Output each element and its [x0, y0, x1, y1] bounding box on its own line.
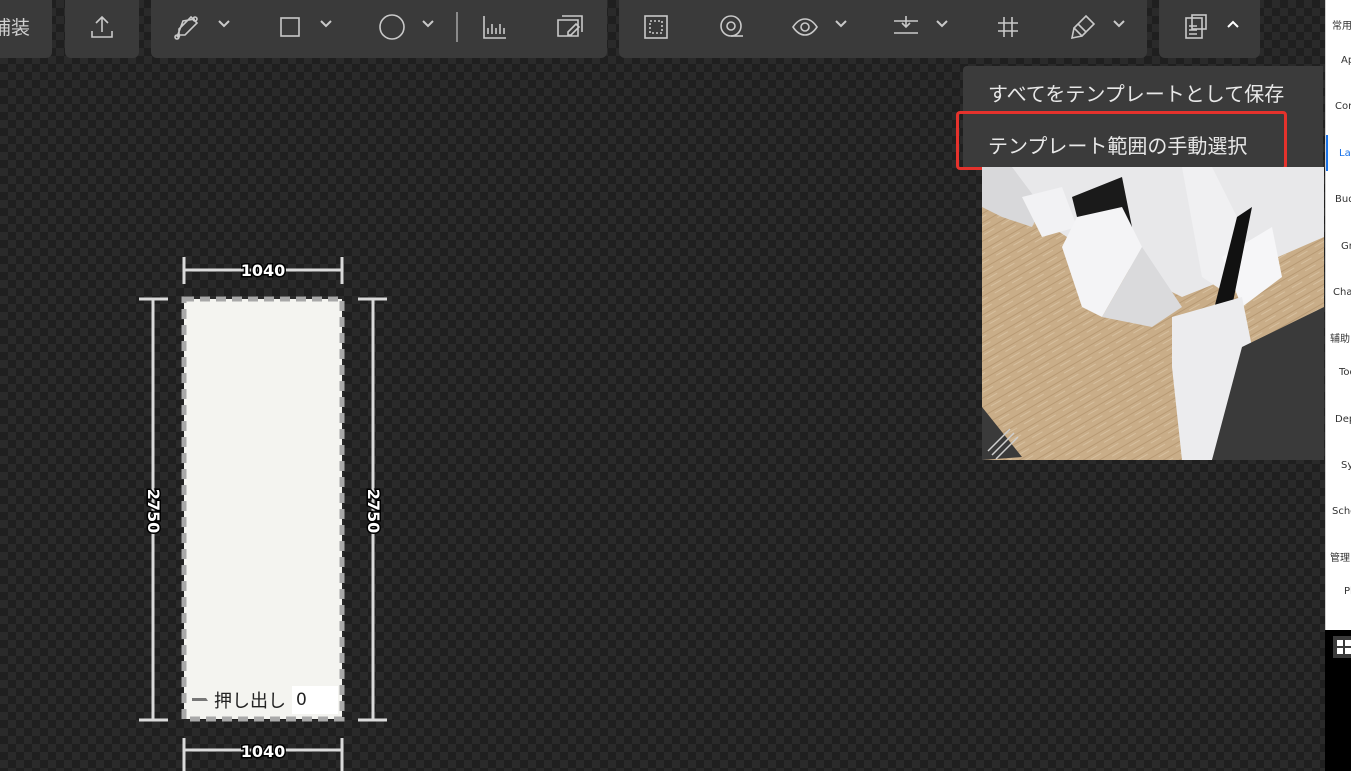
grid-button[interactable] — [988, 10, 1028, 44]
view-tools-group — [619, 0, 1147, 58]
windows-start-icon[interactable] — [1333, 636, 1351, 658]
panel-item-cha[interactable]: Cha — [1333, 287, 1351, 298]
save-all-as-template-item[interactable]: すべてをテンプレートとして保存 — [988, 78, 1284, 107]
panel-item-lar[interactable]: Lar — [1339, 148, 1351, 159]
extrude-input[interactable] — [292, 686, 338, 714]
edit-area-button[interactable] — [549, 10, 589, 44]
edit-area-icon — [557, 15, 583, 37]
panel-heading-manage: 管理 — [1330, 553, 1350, 564]
select-frame-icon — [644, 15, 668, 39]
template-group — [1159, 0, 1260, 58]
align-button[interactable] — [886, 10, 926, 44]
panel-item-sche[interactable]: Sche — [1332, 506, 1351, 517]
room-rectangle[interactable] — [181, 296, 345, 722]
room-3d-view — [982, 167, 1324, 460]
measure-tool-button[interactable] — [711, 10, 751, 44]
template-icon — [1185, 14, 1207, 39]
active-indicator — [1326, 135, 1328, 171]
chevron-down-icon — [1113, 20, 1125, 28]
bottom-dimension-label: 1040 — [241, 742, 286, 761]
panel-item-pl[interactable]: Pl — [1344, 586, 1351, 597]
circle-dropdown[interactable] — [421, 16, 435, 30]
panel-item-too[interactable]: Too — [1339, 367, 1351, 378]
align-dropdown[interactable] — [935, 16, 949, 30]
panel-item-cor[interactable]: Cor — [1335, 101, 1351, 112]
toolbar-divider — [456, 12, 458, 42]
panel-heading-common: 常用 — [1332, 21, 1351, 32]
template-collapse[interactable] — [1226, 16, 1240, 30]
extrude-label: 押し出し — [214, 691, 286, 712]
select-frame-button[interactable] — [636, 10, 676, 44]
chevron-up-icon — [1227, 20, 1239, 28]
template-button[interactable] — [1176, 10, 1216, 44]
dimension-icon — [483, 16, 506, 39]
chevron-down-icon — [422, 20, 434, 28]
right-dimension-label: 2750 — [364, 489, 383, 534]
highlight-box — [956, 111, 1287, 170]
paint-dropdown[interactable] — [1112, 16, 1126, 30]
visibility-dropdown[interactable] — [834, 16, 848, 30]
panel-item-bud[interactable]: Bud — [1335, 194, 1351, 205]
panel-item-sy[interactable]: Sy — [1341, 460, 1351, 471]
paint-brush-icon — [1070, 14, 1096, 40]
taskbar — [1325, 630, 1351, 771]
panel-item-gr[interactable]: Gr — [1341, 241, 1351, 252]
panel-item-ap[interactable]: Ap — [1341, 55, 1351, 66]
paint-button[interactable] — [1063, 10, 1103, 44]
left-dimension-label: 2750 — [144, 489, 163, 534]
grid-icon — [998, 17, 1018, 37]
panel-item-dep[interactable]: Dep — [1335, 414, 1351, 425]
panel-heading-aux: 辅助 — [1330, 334, 1350, 345]
floor-plan-canvas: 1040 1040 2750 2750 — [139, 257, 387, 771]
extrude-icon — [192, 698, 208, 701]
chevron-down-icon — [835, 20, 847, 28]
visibility-button[interactable] — [785, 10, 825, 44]
chevron-down-icon — [936, 20, 948, 28]
align-bottom-icon — [894, 16, 918, 34]
tape-measure-icon — [720, 15, 743, 37]
dimension-tool-button[interactable] — [475, 10, 515, 44]
eye-icon — [792, 18, 818, 36]
right-side-panel: 常用 Ap Cor Lar Bud Gr Cha 辅助 Too Dep Sy S… — [1325, 0, 1351, 630]
extrude-control: 押し出し — [190, 686, 338, 714]
3d-preview[interactable] — [982, 167, 1324, 460]
top-dimension-label: 1040 — [241, 261, 286, 280]
